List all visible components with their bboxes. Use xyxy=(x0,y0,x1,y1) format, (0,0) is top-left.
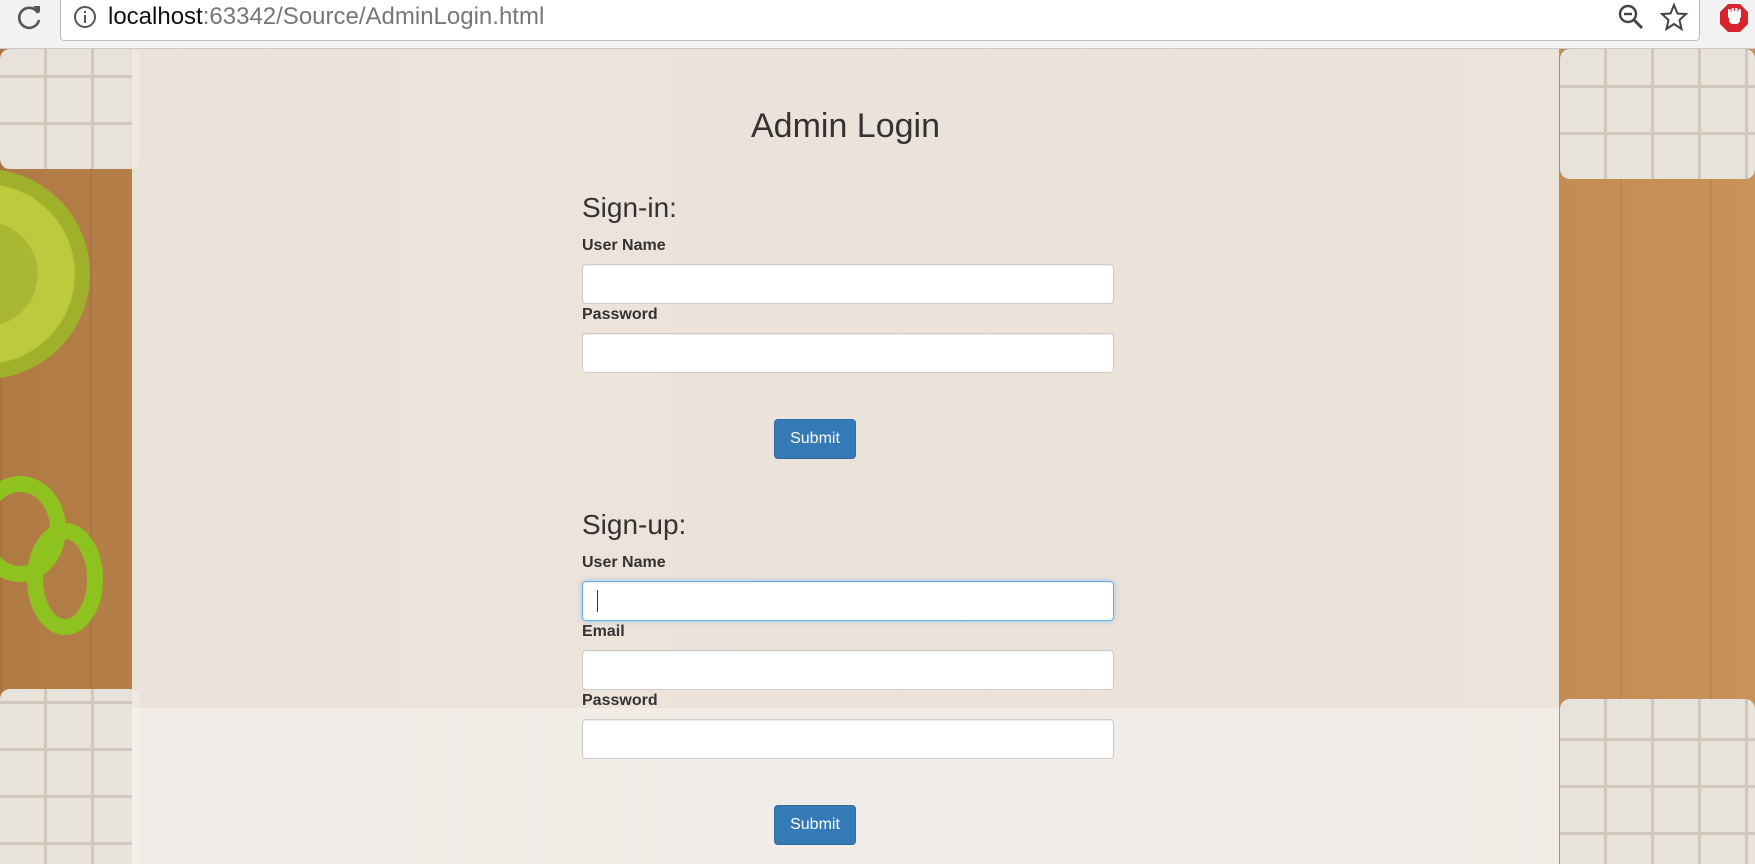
url-text[interactable]: localhost:63342/Source/AdminLogin.html xyxy=(108,3,544,31)
text-caret xyxy=(597,590,598,612)
background-keyboard-decoration xyxy=(0,49,140,169)
signup-email-input[interactable] xyxy=(582,650,1114,690)
page-viewport: Admin Login Sign-in: User Name Password … xyxy=(0,49,1755,864)
background-keyboard-decoration xyxy=(1560,699,1755,864)
signin-username-input[interactable] xyxy=(582,264,1114,304)
signin-username-label: User Name xyxy=(582,237,666,254)
signin-password-input[interactable] xyxy=(582,333,1114,373)
background-cup-decoration xyxy=(0,169,90,379)
signup-submit-button[interactable]: Submit xyxy=(774,805,856,845)
background-keyboard-decoration xyxy=(1560,49,1755,179)
url-path: :63342/Source/AdminLogin.html xyxy=(202,3,545,30)
signup-email-label: Email xyxy=(582,623,625,640)
signin-submit-button[interactable]: Submit xyxy=(774,419,856,459)
extension-icon[interactable] xyxy=(1718,2,1750,34)
signup-username-label: User Name xyxy=(582,554,666,571)
background-scissors-decoration xyxy=(0,476,103,635)
signup-password-input[interactable] xyxy=(582,719,1114,759)
browser-toolbar: localhost:63342/Source/AdminLogin.html xyxy=(0,0,1755,49)
url-host: localhost xyxy=(108,3,203,30)
content-panel: Admin Login Sign-in: User Name Password … xyxy=(132,49,1559,864)
info-icon[interactable] xyxy=(73,5,97,29)
address-bar[interactable]: localhost:63342/Source/AdminLogin.html xyxy=(60,0,1700,41)
background-keyboard-decoration xyxy=(0,689,140,864)
bookmark-star-icon[interactable] xyxy=(1659,2,1689,32)
zoom-out-icon[interactable] xyxy=(1617,3,1645,31)
reload-icon[interactable] xyxy=(14,2,44,32)
signup-heading: Sign-up: xyxy=(582,509,687,540)
signup-password-label: Password xyxy=(582,692,658,709)
signin-password-label: Password xyxy=(582,306,658,323)
signup-username-input[interactable] xyxy=(582,581,1114,621)
page-title: Admin Login xyxy=(750,107,940,145)
signin-heading: Sign-in: xyxy=(582,192,677,223)
